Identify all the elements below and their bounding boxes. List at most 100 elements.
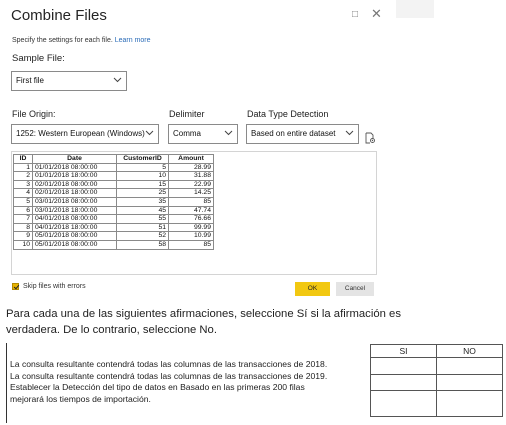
answer-cell-no[interactable] <box>436 373 503 391</box>
column-header[interactable]: CustomerID <box>116 154 169 164</box>
preview-table: ID Date CustomerID Amount 1 01/01/2018 08… <box>13 154 214 250</box>
customer-id-cell: 55 <box>116 214 169 224</box>
statements-list: La consulta resultante contendrá todas l… <box>10 359 327 405</box>
delimiter-value: Comma <box>173 129 202 138</box>
id-cell: 6 <box>13 205 33 216</box>
date-cell: 02/01/2018 08:00:00 <box>32 179 117 190</box>
sample-file-value: First file <box>16 76 44 85</box>
table-row: 9 05/01/2018 08:00:00 52 10.99 <box>13 231 214 241</box>
date-cell: 05/01/2018 08:00:00 <box>32 231 117 241</box>
customer-id-cell: 35 <box>116 196 169 207</box>
table-row: 3 02/01/2018 08:00:00 15 22.99 <box>13 179 214 190</box>
data-type-detection-dropdown[interactable]: Based on entire dataset <box>246 124 359 144</box>
data-type-detection-label: Data Type Detection <box>247 109 329 119</box>
column-header[interactable]: Amount <box>168 154 214 164</box>
answer-row <box>370 357 503 375</box>
file-origin-label: File Origin: <box>12 109 56 119</box>
id-cell: 7 <box>13 214 33 224</box>
delimiter-dropdown[interactable]: Comma <box>168 124 238 144</box>
answer-header-row: SI NO <box>370 344 503 358</box>
combine-files-dialog: Combine Files □ ✕ Specify the settings f… <box>0 0 395 300</box>
id-cell: 8 <box>13 222 33 233</box>
date-cell: 04/01/2018 18:00:00 <box>32 222 117 233</box>
dialog-title: Combine Files <box>11 7 107 24</box>
skip-errors-label: Skip files with errors <box>23 283 86 290</box>
statement-3: Establecer la Detección del tipo de dato… <box>10 382 305 393</box>
customer-id-cell: 10 <box>116 171 169 181</box>
preview-header-row: ID Date CustomerID Amount <box>13 154 214 164</box>
dialog-subtitle: Specify the settings for each file. Lear… <box>12 37 151 44</box>
chevron-down-icon <box>113 76 122 84</box>
ok-button[interactable]: OK <box>295 282 330 296</box>
table-row: 10 05/01/2018 08:00:00 58 85 <box>13 239 214 250</box>
question-text: Para cada una de las siguientes afirmaci… <box>6 308 401 336</box>
column-header[interactable]: ID <box>13 154 33 164</box>
date-cell: 05/01/2018 08:00:00 <box>32 239 117 250</box>
id-cell: 2 <box>13 171 33 181</box>
table-row: 2 01/01/2018 18:00:00 10 31.88 <box>13 171 214 181</box>
table-row: 6 03/01/2018 18:00:00 45 47.74 <box>13 205 214 216</box>
date-cell: 02/01/2018 18:00:00 <box>32 188 117 198</box>
customer-id-cell: 5 <box>116 162 169 173</box>
amount-cell: 99.99 <box>168 222 214 233</box>
amount-cell: 47.74 <box>168 205 214 216</box>
chevron-down-icon <box>145 129 154 137</box>
customer-id-cell: 15 <box>116 179 169 190</box>
customer-id-cell: 51 <box>116 222 169 233</box>
answer-cell-si[interactable] <box>370 357 437 375</box>
subtitle-text: Specify the settings for each file. <box>12 37 113 44</box>
answer-cell-si[interactable] <box>370 390 437 417</box>
id-cell: 4 <box>13 188 33 198</box>
statement-2: La consulta resultante contendrá todas l… <box>10 370 328 381</box>
table-row: 5 03/01/2018 08:00:00 35 85 <box>13 196 214 207</box>
answer-header-no: NO <box>436 344 503 358</box>
date-cell: 03/01/2018 08:00:00 <box>32 196 117 207</box>
id-cell: 3 <box>13 179 33 190</box>
delimiter-label: Delimiter <box>169 109 205 119</box>
id-cell: 1 <box>13 162 33 173</box>
amount-cell: 28.99 <box>168 162 214 173</box>
column-header[interactable]: Date <box>32 154 117 164</box>
table-row: 1 01/01/2018 08:00:00 5 28.99 <box>13 162 214 173</box>
learn-more-link[interactable]: Learn more <box>115 37 151 44</box>
data-type-detection-value: Based on entire dataset <box>251 129 336 138</box>
amount-cell: 22.99 <box>168 179 214 190</box>
amount-cell: 76.66 <box>168 214 214 224</box>
amount-cell: 31.88 <box>168 171 214 181</box>
answer-cell-no[interactable] <box>436 390 503 417</box>
answer-cell-si[interactable] <box>370 373 437 391</box>
date-cell: 03/01/2018 18:00:00 <box>32 205 117 216</box>
amount-cell: 14.25 <box>168 188 214 198</box>
amount-cell: 85 <box>168 196 214 207</box>
sample-file-dropdown[interactable]: First file <box>11 71 127 91</box>
maximize-button[interactable]: □ <box>352 9 358 20</box>
date-cell: 01/01/2018 08:00:00 <box>32 162 117 173</box>
data-preview-panel: ID Date CustomerID Amount 1 01/01/2018 08… <box>11 151 377 275</box>
answer-grid: SI NO <box>370 344 503 417</box>
skip-errors-checkbox[interactable]: Skip files with errors <box>12 283 86 290</box>
customer-id-cell: 45 <box>116 205 169 216</box>
statement-1: La consulta resultante contendrá todas l… <box>10 359 328 369</box>
cancel-button[interactable]: Cancel <box>336 282 374 296</box>
customer-id-cell: 58 <box>116 239 169 250</box>
chevron-down-icon <box>224 129 233 137</box>
sample-file-label: Sample File: <box>12 53 65 64</box>
chevron-down-icon <box>345 129 354 137</box>
amount-cell: 10.99 <box>168 231 214 241</box>
background-panel <box>396 0 434 18</box>
id-cell: 5 <box>13 196 33 207</box>
edit-settings-icon[interactable] <box>364 131 376 144</box>
customer-id-cell: 52 <box>116 231 169 241</box>
file-origin-dropdown[interactable]: 1252: Western European (Windows) <box>11 124 159 144</box>
answer-row <box>370 373 503 391</box>
table-row: 8 04/01/2018 18:00:00 51 99.99 <box>13 222 214 233</box>
amount-cell: 85 <box>168 239 214 250</box>
file-origin-value: 1252: Western European (Windows) <box>16 129 145 138</box>
answer-cell-no[interactable] <box>436 357 503 375</box>
date-cell: 04/01/2018 08:00:00 <box>32 214 117 224</box>
customer-id-cell: 25 <box>116 188 169 198</box>
statement-3-continued: mejorará los tiempos de importación. <box>10 393 151 404</box>
checkbox-checked-icon[interactable] <box>12 283 19 290</box>
answer-header-si: SI <box>370 344 437 358</box>
close-button[interactable]: ✕ <box>371 6 382 22</box>
